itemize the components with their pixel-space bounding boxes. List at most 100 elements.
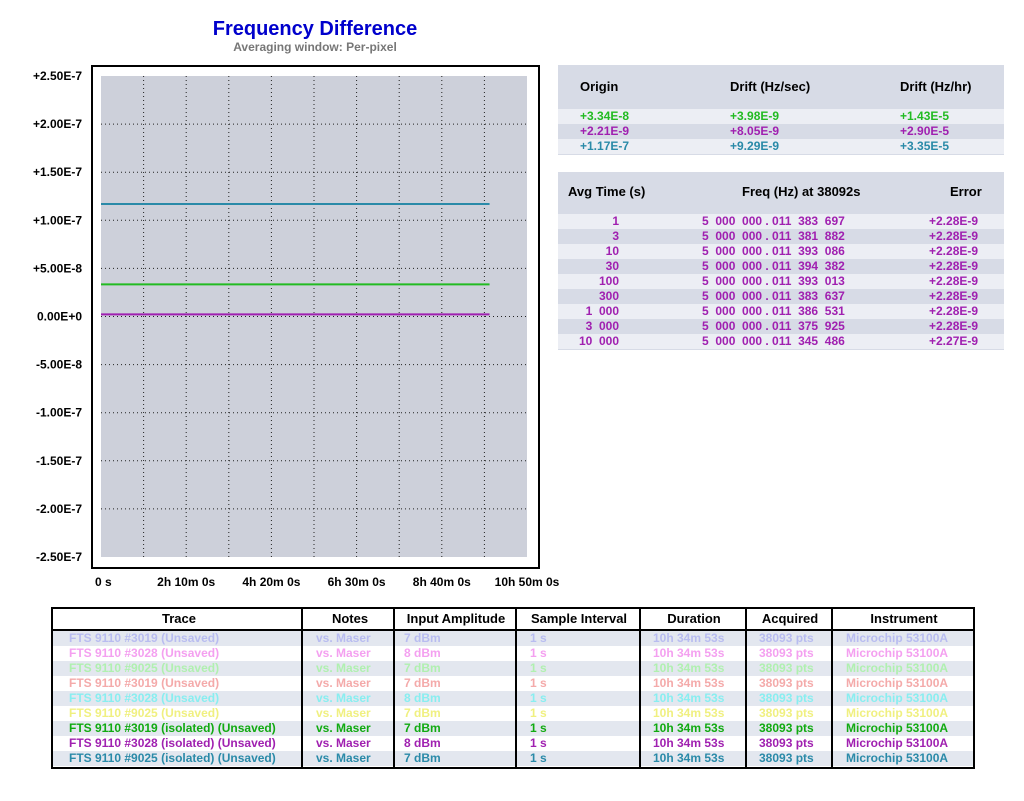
trace-instrument: Microchip 53100A xyxy=(846,631,949,645)
trace-table: Trace Notes Input Amplitude Sample Inter… xyxy=(51,607,975,769)
drift-header-hz-sec: Drift (Hz/sec) xyxy=(730,79,811,94)
avg-time-value: 10 xyxy=(605,244,619,258)
avg-time-value: 10 000 xyxy=(578,334,619,348)
y-tick-label: -2.50E-7 xyxy=(36,550,82,564)
trace-notes: vs. Maser xyxy=(316,736,371,750)
trace-instrument: Microchip 53100A xyxy=(846,736,949,750)
y-tick-label: +2.00E-7 xyxy=(33,117,82,131)
frequency-value: 5 000 000 . 011 393 086 xyxy=(702,244,845,258)
drift-hz-hr-value: +2.90E-5 xyxy=(900,124,950,138)
error-value: +2.28E-9 xyxy=(929,229,979,243)
y-tick-label: -1.50E-7 xyxy=(36,454,82,468)
trace-row[interactable]: FTS 9110 #3019 (isolated) (Unsaved) vs. M… xyxy=(53,721,973,736)
x-tick-label: 0 s xyxy=(95,575,112,589)
frequency-value: 5 000 000 . 011 383 637 xyxy=(702,289,845,303)
trace-row[interactable]: FTS 9110 #3028 (Unsaved) vs. Maser 8 dBm 1 … xyxy=(53,691,973,706)
error-value: +2.28E-9 xyxy=(929,214,979,228)
trace-duration: 10h 34m 53s xyxy=(653,691,725,705)
trace-name: FTS 9110 #3019 (Unsaved) xyxy=(69,676,220,690)
drift-row: +3.34E-8 +3.98E-9 +1.43E-5 xyxy=(558,109,1004,124)
y-tick-label: +2.50E-7 xyxy=(33,69,82,83)
x-tick-label: 2h 10m 0s xyxy=(157,575,215,589)
trace-duration: 10h 34m 53s xyxy=(653,676,725,690)
error-value: +2.27E-9 xyxy=(929,334,979,348)
error-value: +2.28E-9 xyxy=(929,304,979,318)
y-tick-label: -5.00E-8 xyxy=(36,358,82,372)
trace-input-amplitude: 7 dBm xyxy=(404,676,441,690)
col-acquired: Acquired xyxy=(761,611,819,626)
trace-notes: vs. Maser xyxy=(316,631,371,645)
trace-sample-interval: 1 s xyxy=(530,721,547,735)
drift-origin-value: +2.21E-9 xyxy=(580,124,630,138)
frequency-table: Avg Time (s) Freq (Hz) at 38092s Error 1… xyxy=(558,172,1004,350)
col-divider xyxy=(745,609,747,767)
trace-input-amplitude: 7 dBm xyxy=(404,661,441,675)
trace-sample-interval: 1 s xyxy=(530,661,547,675)
error-value: +2.28E-9 xyxy=(929,244,979,258)
drift-hz-sec-value: +3.98E-9 xyxy=(730,109,780,123)
trace-sample-interval: 1 s xyxy=(530,676,547,690)
col-divider xyxy=(301,609,303,767)
x-tick-label: 4h 20m 0s xyxy=(242,575,300,589)
col-divider xyxy=(831,609,833,767)
trace-duration: 10h 34m 53s xyxy=(653,721,725,735)
trace-name: FTS 9110 #3019 (isolated) (Unsaved) xyxy=(69,721,276,735)
frequency-value: 5 000 000 . 011 345 486 xyxy=(702,334,845,348)
trace-acquired: 38093 pts xyxy=(759,646,814,660)
trace-row[interactable]: FTS 9110 #3028 (isolated) (Unsaved) vs. M… xyxy=(53,736,973,751)
trace-duration: 10h 34m 53s xyxy=(653,646,725,660)
trace-acquired: 38093 pts xyxy=(759,721,814,735)
frequency-row: 1 000 5 000 000 . 011 386 531 +2.28E-9 xyxy=(558,304,1004,319)
adev-header-avg-time: Avg Time (s) xyxy=(568,184,646,199)
avg-time-value: 30 xyxy=(605,259,619,273)
error-value: +2.28E-9 xyxy=(929,274,979,288)
trace-row[interactable]: FTS 9110 #3019 (Unsaved) vs. Maser 7 dBm 1 … xyxy=(53,631,973,646)
trace-notes: vs. Maser xyxy=(316,691,371,705)
trace-input-amplitude: 7 dBm xyxy=(404,721,441,735)
trace-row[interactable]: FTS 9110 #3028 (Unsaved) vs. Maser 8 dBm 1 … xyxy=(53,646,973,661)
trace-acquired: 38093 pts xyxy=(759,691,814,705)
trace-acquired: 38093 pts xyxy=(759,706,814,720)
avg-time-value: 3 xyxy=(612,229,619,243)
drift-hz-hr-value: +3.35E-5 xyxy=(900,139,950,153)
frequency-row: 1 5 000 000 . 011 383 697 +2.28E-9 xyxy=(558,214,1004,229)
adev-header-error: Error xyxy=(950,184,982,199)
col-trace: Trace xyxy=(162,611,196,626)
trace-notes: vs. Maser xyxy=(316,676,371,690)
trace-name: FTS 9110 #3028 (Unsaved) xyxy=(69,691,220,705)
frequency-row: 3 000 5 000 000 . 011 375 925 +2.28E-9 xyxy=(558,319,1004,334)
y-tick-label: +1.00E-7 xyxy=(33,213,82,227)
y-tick-label: -2.00E-7 xyxy=(36,502,82,516)
trace-notes: vs. Maser xyxy=(316,646,371,660)
drift-hz-sec-value: +9.29E-9 xyxy=(730,139,780,153)
drift-header-origin: Origin xyxy=(580,79,619,94)
trace-instrument: Microchip 53100A xyxy=(846,721,949,735)
frequency-value: 5 000 000 . 011 375 925 xyxy=(702,319,845,333)
adev-header-freq: Freq (Hz) at 38092s xyxy=(742,184,861,199)
frequency-row: 10 5 000 000 . 011 393 086 +2.28E-9 xyxy=(558,244,1004,259)
trace-instrument: Microchip 53100A xyxy=(846,691,949,705)
y-tick-label: +1.50E-7 xyxy=(33,165,82,179)
trace-sample-interval: 1 s xyxy=(530,736,547,750)
frequency-value: 5 000 000 . 011 393 013 xyxy=(702,274,845,288)
trace-name: FTS 9110 #9025 (Unsaved) xyxy=(69,661,220,675)
drift-origin-value: +3.34E-8 xyxy=(580,109,630,123)
frequency-value: 5 000 000 . 011 386 531 xyxy=(702,304,845,318)
trace-row[interactable]: FTS 9110 #3019 (Unsaved) vs. Maser 7 dBm 1 … xyxy=(53,676,973,691)
trace-row[interactable]: FTS 9110 #9025 (Unsaved) vs. Maser 7 dBm 1 … xyxy=(53,706,973,721)
drift-row: +2.21E-9 +8.05E-9 +2.90E-5 xyxy=(558,124,1004,139)
trace-notes: vs. Maser xyxy=(316,721,371,735)
trace-instrument: Microchip 53100A xyxy=(846,676,949,690)
frequency-value: 5 000 000 . 011 383 697 xyxy=(702,214,845,228)
trace-row[interactable]: FTS 9110 #9025 (isolated) (Unsaved) vs. M… xyxy=(53,751,973,766)
trace-input-amplitude: 8 dBm xyxy=(404,736,441,750)
trace-instrument: Microchip 53100A xyxy=(846,751,949,765)
trace-row[interactable]: FTS 9110 #9025 (Unsaved) vs. Maser 7 dBm 1 … xyxy=(53,661,973,676)
trace-name: FTS 9110 #9025 (isolated) (Unsaved) xyxy=(69,751,276,765)
error-value: +2.28E-9 xyxy=(929,289,979,303)
trace-sample-interval: 1 s xyxy=(530,751,547,765)
drift-hz-sec-value: +8.05E-9 xyxy=(730,124,780,138)
avg-time-value: 1 xyxy=(612,214,619,228)
trace-duration: 10h 34m 53s xyxy=(653,751,725,765)
col-divider xyxy=(515,609,517,767)
